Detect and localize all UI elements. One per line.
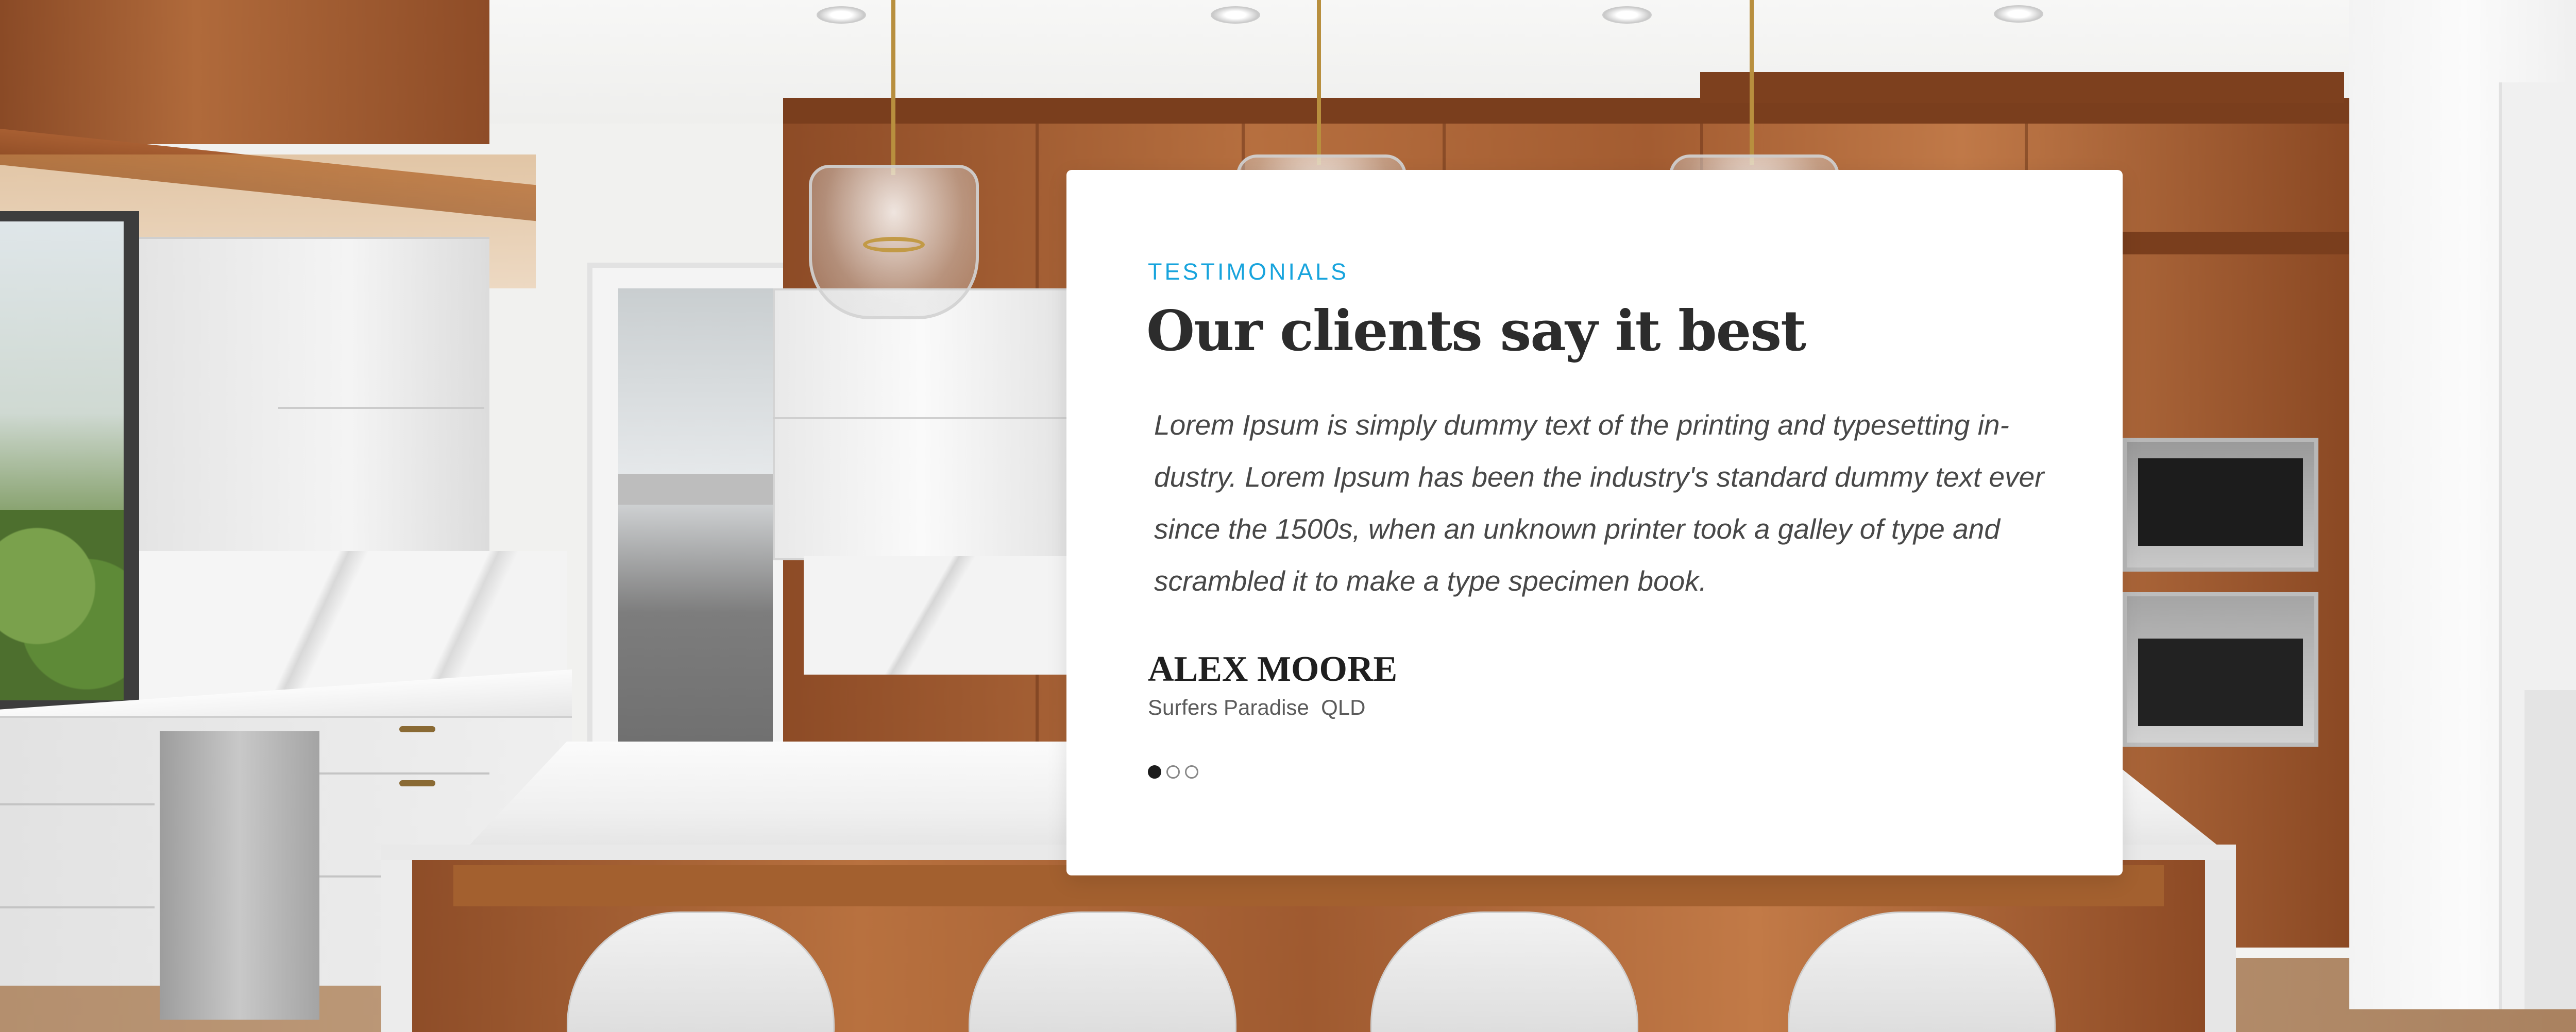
author-location: Surfers Paradise QLD: [1148, 695, 1366, 719]
pendant-ring: [863, 237, 925, 252]
author-name: ALEX MOORE: [1148, 649, 1398, 689]
left-upper-cabinet: [0, 0, 489, 144]
pendant-cord: [1317, 0, 1321, 165]
ceiling-downlight: [1211, 6, 1260, 24]
slide-dot-1[interactable]: [1148, 765, 1161, 779]
cabinet-shelf: [2112, 232, 2354, 254]
doorway-glass: [618, 288, 773, 752]
drawer-handle: [399, 726, 435, 732]
testimonial-card: TESTIMONIALS Our clients say it best Lor…: [1066, 170, 2123, 875]
pendant-cord: [891, 0, 895, 175]
doorway-rail: [618, 474, 773, 505]
slide-dot-3[interactable]: [1185, 765, 1198, 779]
drawer-handle: [399, 780, 435, 786]
ceiling-downlight: [1994, 5, 2043, 23]
window-trees: [0, 510, 124, 700]
coffee-machine-front: [2138, 458, 2303, 546]
cabinet-seam: [773, 417, 1066, 419]
section-eyebrow: TESTIMONIALS: [1148, 259, 1349, 285]
center-white-cabinet: [773, 288, 1071, 560]
section-heading: Our clients say it best: [1146, 299, 1806, 364]
slider-pagination: [1148, 765, 1198, 779]
pendant-cord: [1750, 0, 1754, 165]
drawer-seam: [0, 803, 155, 805]
island-waterfall-left: [381, 860, 412, 1032]
ceiling-downlight: [1602, 6, 1652, 24]
center-backsplash: [804, 556, 1066, 675]
drawer-seam: [0, 906, 155, 908]
drawer-seam: [319, 772, 489, 775]
ceiling-downlight: [817, 6, 866, 24]
wall-oven-window: [2138, 639, 2303, 726]
left-white-cabinet: [139, 237, 489, 553]
testimonial-quote: Lorem Ipsum is simply dummy text of the …: [1154, 409, 2044, 597]
cabinet-crown-upper: [1700, 72, 2344, 103]
cabinet-seam: [278, 407, 484, 409]
island-waterfall-right: [2205, 860, 2236, 1032]
right-pantry-lower: [2524, 690, 2576, 1009]
dishwasher: [160, 731, 319, 1020]
slide-dot-2[interactable]: [1166, 765, 1180, 779]
